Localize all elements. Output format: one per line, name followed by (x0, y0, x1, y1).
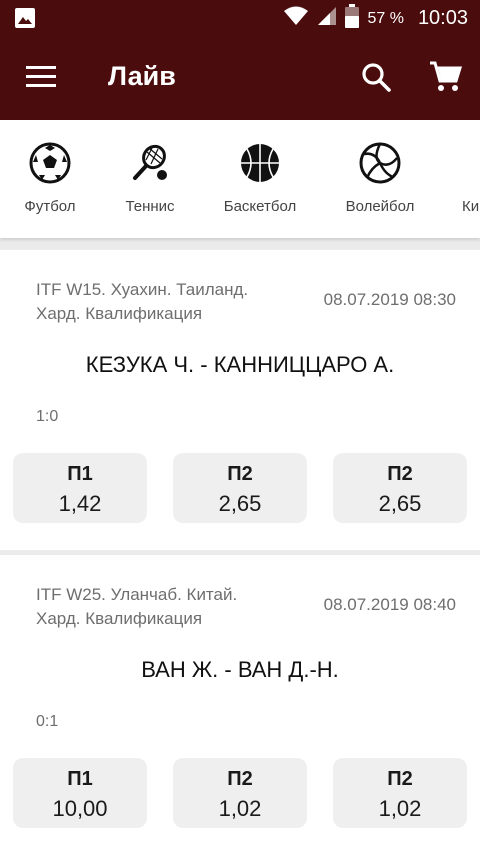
sports-tabs: Футбол Теннис Баскетбол Волейбол Ки (0, 120, 480, 238)
tab-volleyball[interactable]: Волейбол (330, 120, 430, 238)
sport-label-volleyball: Волейбол (345, 198, 415, 215)
battery-icon (345, 4, 360, 33)
battery-percent: 57 % (367, 9, 404, 27)
odd-button-p2[interactable]: П2 2,65 (173, 453, 307, 523)
odd-button-p1[interactable]: П1 1,42 (13, 453, 147, 523)
app-bar: Лайв (0, 37, 480, 120)
event-datetime: 08.07.2019 08:40 (323, 595, 456, 614)
event-score: 1:0 (36, 408, 59, 425)
event-teams: КЕЗУКА Ч. - КАННИЦЦАРО А. (85, 352, 395, 377)
tab-partial[interactable]: Ки (438, 120, 480, 238)
tab-basketball[interactable]: Баскетбол (210, 120, 310, 238)
odd-button-p2-alt[interactable]: П2 1,02 (333, 758, 467, 828)
odd-button-p2-alt[interactable]: П2 2,65 (333, 453, 467, 523)
odd-label: П2 (227, 768, 253, 790)
tab-tennis[interactable]: Теннис (100, 120, 200, 238)
sport-label-basketball: Баскетбол (223, 198, 297, 215)
image-icon (14, 7, 36, 34)
odd-label: П2 (227, 463, 253, 485)
odd-button-p1[interactable]: П1 10,00 (13, 758, 147, 828)
odd-value: 2,65 (378, 491, 422, 516)
signal-icon (317, 5, 337, 32)
event-teams: ВАН Ж. - ВАН Д.-Н. (141, 657, 339, 682)
basketball-icon (239, 142, 281, 184)
event-league-line2: Хард. Квалификация (36, 609, 203, 628)
sport-label-football: Футбол (24, 198, 76, 215)
event-league-line1: ITF W25. Уланчаб. Китай. (36, 585, 238, 604)
tennis-racket-icon (129, 142, 171, 184)
status-bar: 57 % 10:03 (0, 0, 480, 37)
volleyball-icon (359, 142, 401, 184)
event-card[interactable]: ITF W15. Хуахин. Таиланд. Хард. Квалифик… (0, 250, 480, 550)
event-league-line2: Хард. Квалификация (36, 304, 203, 323)
odd-label: П1 (67, 463, 93, 485)
odd-label: П2 (387, 463, 413, 485)
odd-value: 1,02 (218, 796, 262, 821)
odd-value: 10,00 (52, 796, 108, 821)
odd-button-p2[interactable]: П2 1,02 (173, 758, 307, 828)
odd-label: П2 (387, 768, 413, 790)
odd-label: П1 (67, 768, 93, 790)
odd-value: 1,42 (58, 491, 102, 516)
odd-value: 1,02 (378, 796, 422, 821)
sport-label-tennis: Теннис (125, 198, 175, 215)
event-league: ITF W15. Хуахин. Таиланд. Хард. Квалифик… (36, 278, 248, 326)
event-card[interactable]: ITF W25. Уланчаб. Китай. Хард. Квалифика… (0, 555, 480, 854)
search-icon[interactable] (360, 61, 394, 95)
event-league-line1: ITF W15. Хуахин. Таиланд. (36, 280, 249, 299)
soccer-ball-icon (29, 142, 71, 184)
cart-icon[interactable] (428, 59, 464, 95)
odd-value: 2,65 (218, 491, 262, 516)
wifi-icon (283, 5, 309, 32)
event-datetime: 08.07.2019 08:30 (323, 290, 456, 309)
tab-football[interactable]: Футбол (0, 120, 100, 238)
menu-icon[interactable] (26, 65, 58, 93)
page-title: Лайв (108, 61, 176, 91)
event-league: ITF W25. Уланчаб. Китай. Хард. Квалифика… (36, 583, 237, 631)
event-score: 0:1 (36, 713, 59, 730)
clock-time: 10:03 (417, 7, 468, 29)
sport-label-partial: Ки (462, 198, 480, 215)
